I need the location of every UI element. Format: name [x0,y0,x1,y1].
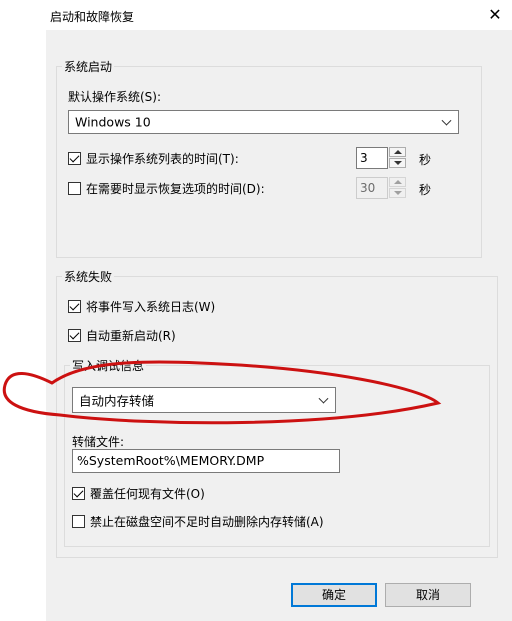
show-recovery-label: 在需要时显示恢复选项的时间(D): [86,181,265,196]
spinner-arrows [389,147,406,169]
ok-button[interactable]: 确定 [291,583,377,607]
debug-info-legend: 写入调试信息 [70,357,147,374]
close-icon[interactable]: ✕ [482,2,508,28]
spinner-arrows [389,177,406,199]
default-os-select[interactable]: Windows 10 [68,110,459,134]
show-recovery-value: 30 [356,177,388,199]
show-os-list-value[interactable]: 3 [356,147,388,169]
show-os-list-spinner[interactable]: 3 [356,147,408,169]
cancel-button[interactable]: 取消 [385,583,471,607]
window-title: 启动和故障恢复 [50,10,135,24]
show-os-list-checkbox[interactable]: 显示操作系统列表的时间(T): [68,150,239,166]
write-event-label: 将事件写入系统日志(W) [86,299,216,314]
checkbox-box[interactable] [68,328,81,342]
system-failure-legend: 系统失败 [62,268,115,285]
checkbox-box[interactable] [72,514,85,528]
overwrite-label: 覆盖任何现有文件(O) [90,486,205,501]
default-os-value: Windows 10 [75,114,151,130]
write-event-checkbox[interactable]: 将事件写入系统日志(W) [68,298,215,314]
checkbox-box[interactable] [72,486,85,500]
dump-file-label: 转储文件: [72,435,125,449]
title-bar: 启动和故障恢复 ✕ [46,0,512,30]
system-startup-legend: 系统启动 [62,58,115,75]
default-os-label: 默认操作系统(S): [68,90,162,104]
spin-up-icon[interactable] [389,147,406,157]
chevron-down-icon [318,393,329,404]
checkbox-box[interactable] [68,151,81,165]
spin-up-icon [389,177,406,187]
auto-restart-label: 自动重新启动(R) [86,328,176,343]
auto-restart-checkbox[interactable]: 自动重新启动(R) [68,327,176,343]
dump-file-input[interactable]: %SystemRoot%\MEMORY.DMP [72,449,340,473]
show-recovery-checkbox[interactable]: 在需要时显示恢复选项的时间(D): [68,180,265,196]
spin-down-icon[interactable] [389,158,406,168]
debug-type-select[interactable]: 自动内存转储 [72,387,336,413]
show-os-list-label: 显示操作系统列表的时间(T): [86,151,239,166]
disable-auto-delete-checkbox[interactable]: 禁止在磁盘空间不足时自动删除内存转储(A) [72,513,324,529]
startup-recovery-dialog: 启动和故障恢复 ✕ 系统启动 默认操作系统(S): Windows 10 显示操… [46,0,512,621]
chevron-down-icon [441,115,452,126]
spin-down-icon [389,188,406,198]
dump-file-value: %SystemRoot%\MEMORY.DMP [77,453,265,468]
checkbox-box[interactable] [68,299,81,313]
debug-type-value: 自动内存转储 [79,393,155,409]
disable-auto-delete-label: 禁止在磁盘空间不足时自动删除内存转储(A) [90,514,324,529]
overwrite-checkbox[interactable]: 覆盖任何现有文件(O) [72,485,205,501]
checkbox-box[interactable] [68,181,81,195]
show-os-list-unit: 秒 [419,153,432,167]
background-strip [0,0,46,621]
show-recovery-spinner: 30 [356,177,408,199]
show-recovery-unit: 秒 [419,183,432,197]
